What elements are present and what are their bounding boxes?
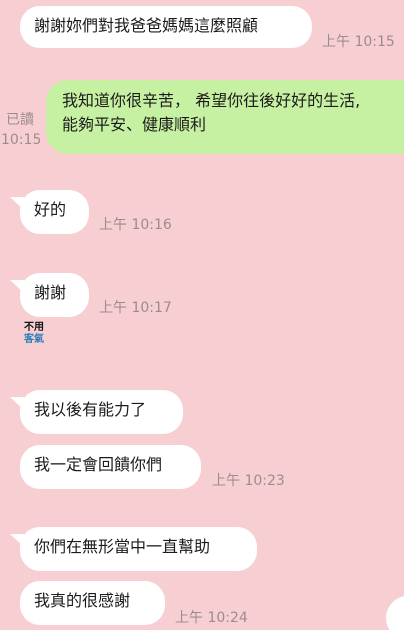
message-time: 上午 10:16 xyxy=(99,217,172,233)
incoming-message-bubble[interactable]: 謝謝妳們對我爸爸媽媽這麼照顧 xyxy=(20,6,312,48)
message-text: 謝謝 xyxy=(34,283,67,302)
message-text: 我以後有能力了 xyxy=(34,400,147,419)
message-time: 上午 10:15 xyxy=(322,34,395,50)
message-text: 我一定會回饋你們 xyxy=(34,455,163,474)
message-time: 上午 10:24 xyxy=(175,610,248,626)
sticker-text-line-2: 客氣 xyxy=(24,334,44,345)
incoming-message-bubble[interactable]: 謝謝 xyxy=(20,273,89,317)
incoming-message-bubble[interactable]: 我真的很感謝 xyxy=(20,581,165,625)
read-receipt: 已讀 xyxy=(6,110,34,130)
message-text: 你們在無形當中一直幫助 xyxy=(34,537,211,556)
sticker[interactable]: 不用 客氣 xyxy=(24,322,58,350)
incoming-message-bubble[interactable]: 好的 xyxy=(20,190,89,234)
incoming-message-bubble[interactable]: 我一定會回饋你們 xyxy=(20,445,201,489)
outgoing-time: 10:15 xyxy=(1,132,42,148)
incoming-message-bubble[interactable]: 我以後有能力了 xyxy=(20,390,183,434)
message-time: 上午 10:17 xyxy=(99,300,172,316)
scroll-to-bottom-button[interactable] xyxy=(386,596,404,630)
message-text-line-2: 能夠平安、健康順利 xyxy=(62,115,207,134)
message-text: 好的 xyxy=(34,200,67,219)
outgoing-message-bubble[interactable]: 我知道你很辛苦， 希望你往後好好的生活, 能夠平安、健康順利 xyxy=(46,80,404,154)
message-text: 謝謝妳們對我爸爸媽媽這麼照顧 xyxy=(34,16,259,35)
message-text: 我真的很感謝 xyxy=(34,591,131,610)
message-text-line-1: 我知道你很辛苦， 希望你往後好好的生活, xyxy=(62,91,361,110)
incoming-message-bubble[interactable]: 你們在無形當中一直幫助 xyxy=(20,527,257,571)
read-label: 已讀 xyxy=(6,112,34,128)
message-time: 上午 10:23 xyxy=(212,473,285,489)
sticker-text-line-1: 不用 xyxy=(24,322,44,333)
chat-view[interactable]: 謝謝妳們對我爸爸媽媽這麼照顧 上午 10:15 已讀 10:15 我知道你很辛苦… xyxy=(0,0,404,630)
